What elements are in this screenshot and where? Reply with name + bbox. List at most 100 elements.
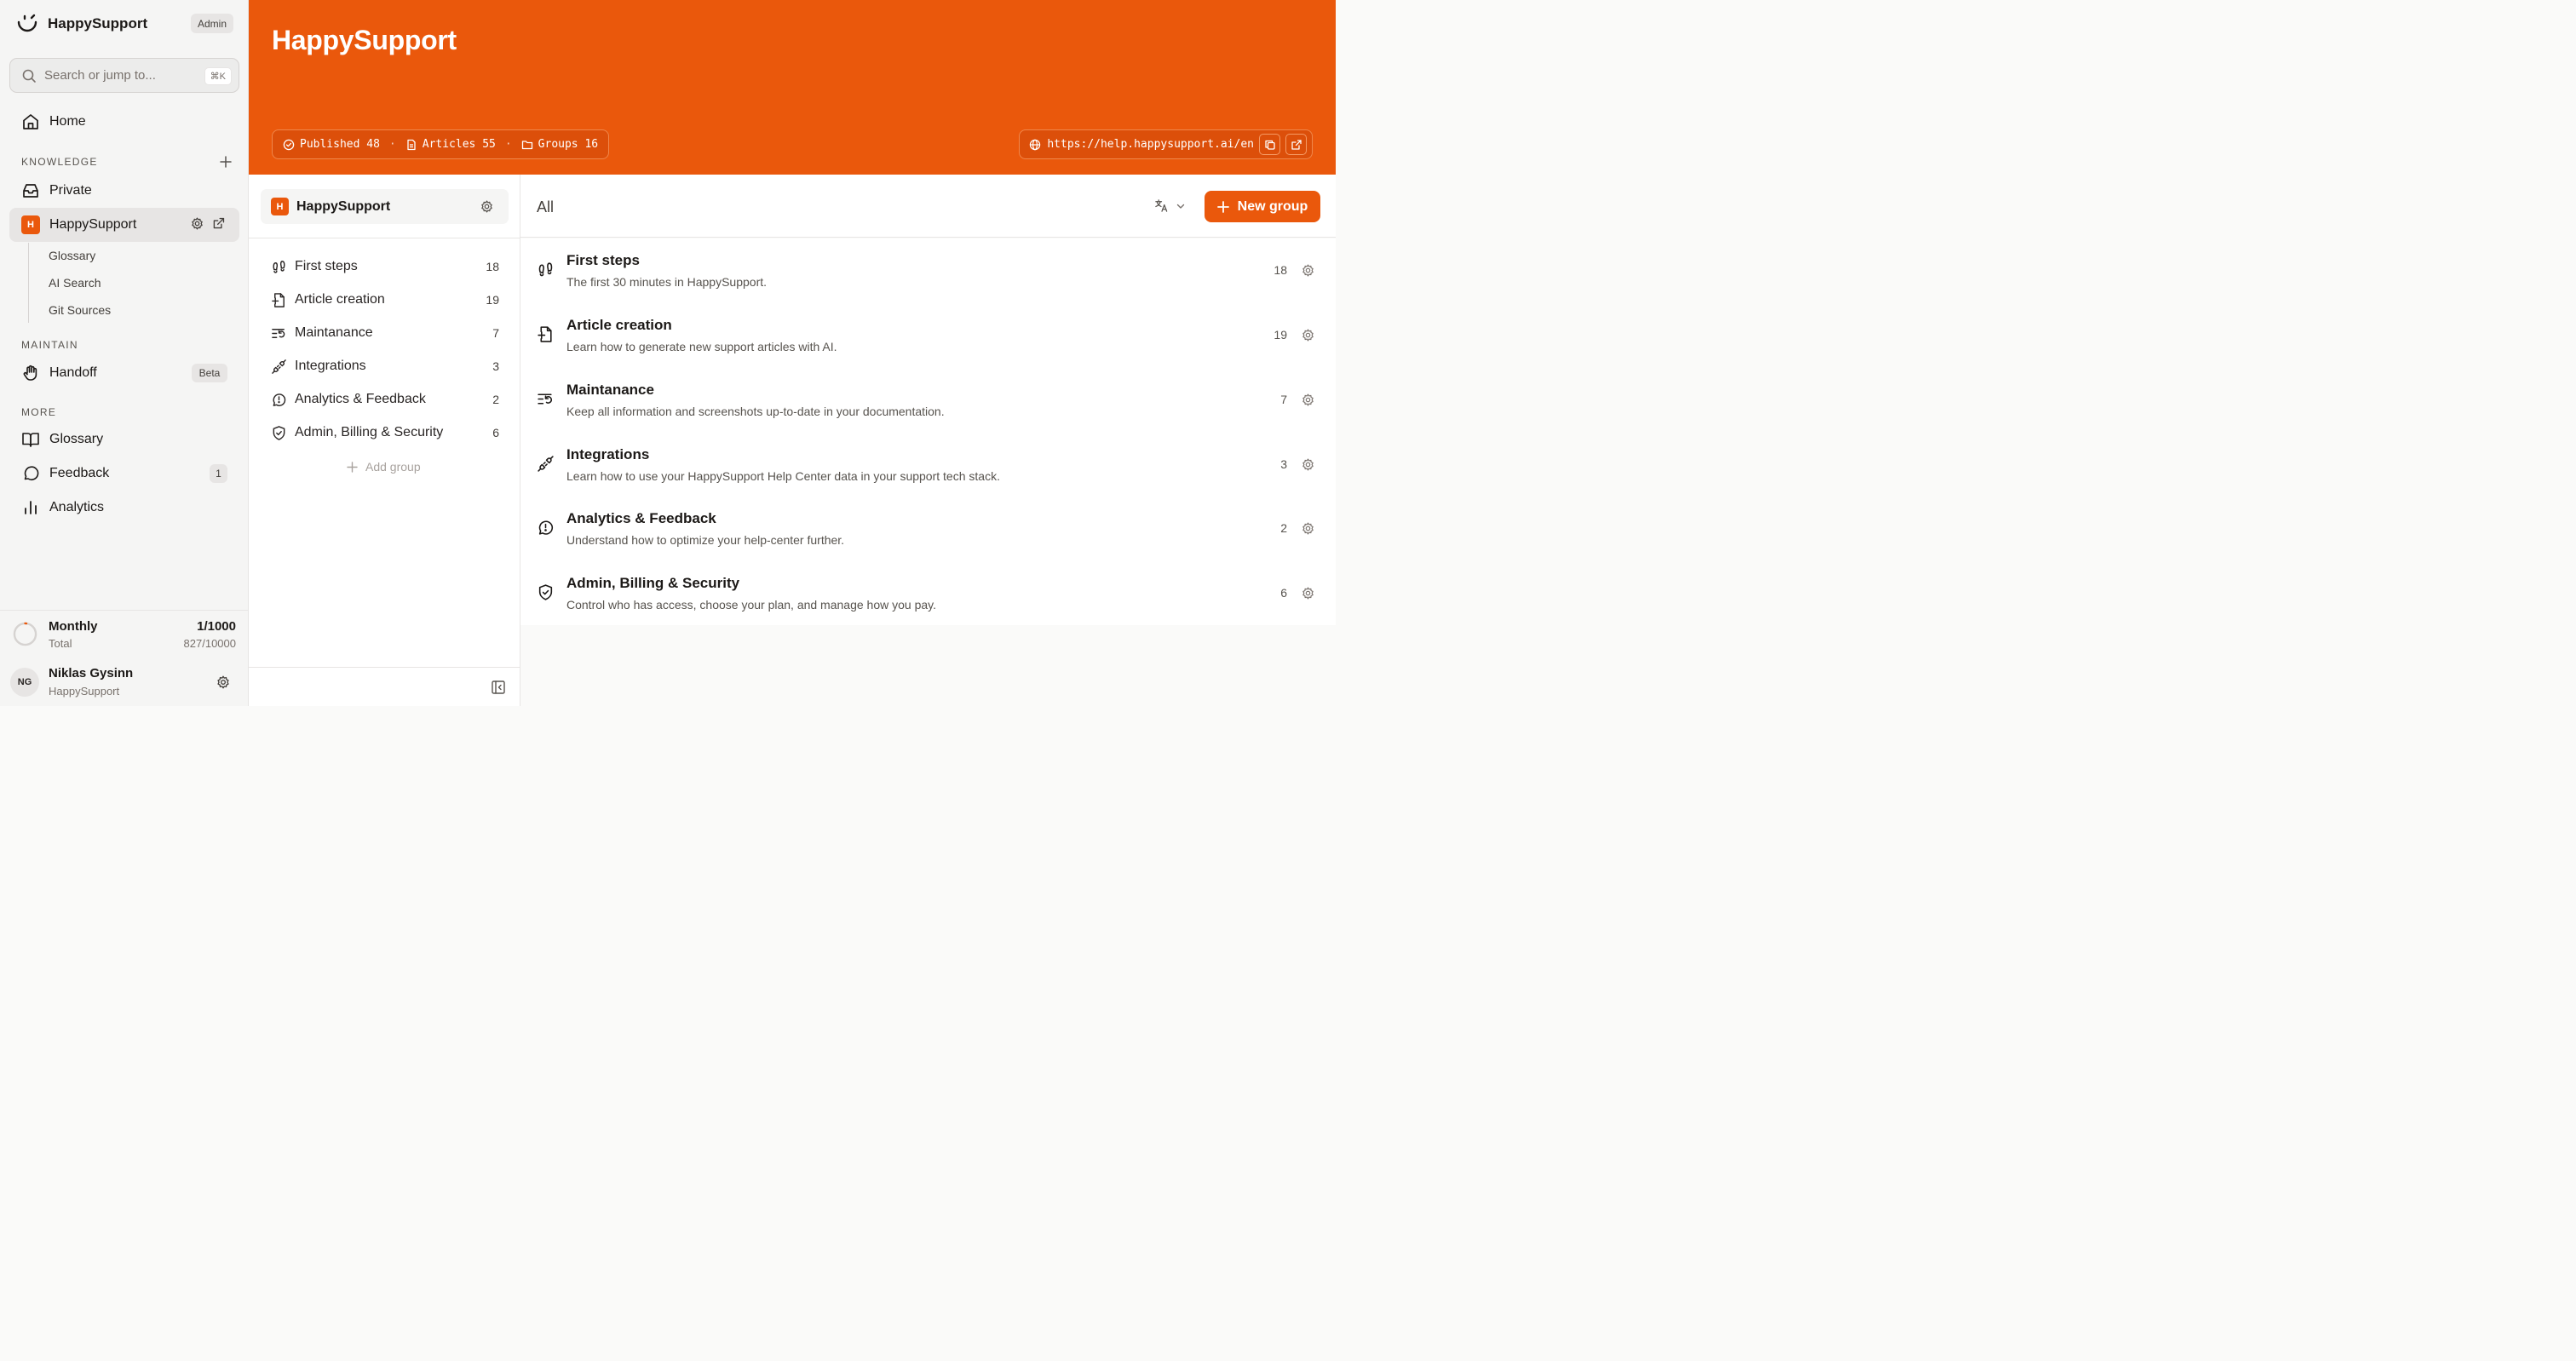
plug-icon <box>272 359 286 374</box>
sidebar-item-happysupport[interactable]: H HappySupport <box>9 208 239 242</box>
sidebar-item-label: Handoff <box>49 365 97 380</box>
sidebar-item-analytics[interactable]: Analytics <box>9 491 239 525</box>
beta-badge: Beta <box>192 364 227 382</box>
shield-check-icon <box>538 584 553 600</box>
group-title: First steps <box>566 252 640 268</box>
add-group-button[interactable]: Add group <box>347 460 421 474</box>
page-title: HappySupport <box>272 25 457 55</box>
chevron-down-icon <box>1176 204 1185 209</box>
language-selector[interactable] <box>1154 198 1186 213</box>
kb-initial-badge: H <box>271 198 289 215</box>
sidebar: HappySupport Admin Search or jump to... … <box>0 0 249 706</box>
sidebar-item-label: Analytics <box>49 500 105 514</box>
gear-icon[interactable] <box>1301 393 1315 407</box>
search-input[interactable]: Search or jump to... ⌘K <box>9 58 239 93</box>
role-badge: Admin <box>191 14 234 33</box>
panel-collapse-icon[interactable] <box>491 680 506 695</box>
group-nav-item[interactable]: Article creation 19 <box>271 287 499 313</box>
external-link-icon <box>1291 139 1302 150</box>
group-nav-item[interactable]: First steps 18 <box>271 254 499 279</box>
group-description: The first 30 minutes in HappySupport. <box>566 275 768 289</box>
group-row[interactable]: Analytics & Feedback Understand how to o… <box>520 497 1336 560</box>
group-nav-label: First steps <box>295 259 358 273</box>
kb-header[interactable]: H HappySupport <box>261 189 509 224</box>
stat-groups[interactable]: Groups 16 <box>521 138 598 151</box>
stat-articles[interactable]: Articles 55 <box>405 138 496 151</box>
stats-bar: Published 48 · Articles 55 · Groups 16 <box>272 129 610 159</box>
group-article-count: 19 <box>1274 328 1287 342</box>
sidebar-subitem-ai-search[interactable]: AI Search <box>49 276 101 290</box>
group-nav-item[interactable]: Maintanance 7 <box>271 320 499 346</box>
group-description: Learn how to generate new support articl… <box>566 340 837 353</box>
main-content: All New group First steps The first 30 m… <box>520 175 1336 706</box>
group-nav-label: Article creation <box>295 292 385 307</box>
new-group-button[interactable]: New group <box>1205 191 1320 222</box>
gear-icon[interactable] <box>1301 586 1315 600</box>
group-title: Maintanance <box>566 382 654 398</box>
settings-gear-icon[interactable] <box>216 675 231 690</box>
sidebar-subitem-git-sources[interactable]: Git Sources <box>49 303 111 317</box>
group-nav-item[interactable]: Analytics & Feedback 2 <box>271 387 499 412</box>
kb-name: HappySupport <box>296 198 391 214</box>
divider <box>249 667 520 668</box>
open-url-button[interactable] <box>1285 134 1307 155</box>
group-description: Learn how to use your HappySupport Help … <box>566 469 1000 483</box>
hero-header: HappySupport Published 48 · Articles 55 … <box>249 0 1336 175</box>
group-row[interactable]: Article creation Learn how to generate n… <box>520 303 1336 367</box>
group-nav-count: 6 <box>492 426 499 439</box>
brand[interactable]: HappySupport <box>15 12 147 36</box>
group-nav-label: Integrations <box>295 359 366 373</box>
group-row[interactable]: Maintanance Keep all information and scr… <box>520 368 1336 432</box>
group-nav-label: Maintanance <box>295 325 373 340</box>
group-title: Analytics & Feedback <box>566 510 716 526</box>
section-heading-knowledge: KNOWLEDGE <box>21 156 98 168</box>
gear-icon[interactable] <box>1301 263 1315 278</box>
gear-icon[interactable] <box>1301 328 1315 342</box>
sidebar-item-private[interactable]: Private <box>9 174 239 208</box>
list-restart-icon <box>272 328 285 338</box>
plug-icon <box>538 456 554 472</box>
gear-icon[interactable] <box>1301 457 1315 472</box>
kb-initial-badge: H <box>21 215 40 234</box>
separator-dot: · <box>504 138 512 151</box>
gear-icon[interactable] <box>1301 521 1315 536</box>
gear-icon[interactable] <box>190 216 204 231</box>
external-link-icon[interactable] <box>211 216 226 231</box>
gear-icon[interactable] <box>480 199 494 214</box>
group-row[interactable]: Integrations Learn how to use your Happy… <box>520 433 1336 497</box>
group-article-count: 6 <box>1280 586 1287 600</box>
folder-icon <box>521 140 532 149</box>
search-placeholder: Search or jump to... <box>44 68 156 83</box>
group-list: First steps The first 30 minutes in Happ… <box>520 238 1336 625</box>
help-center-url[interactable]: https://help.happysupport.ai/en <box>1047 138 1254 151</box>
add-knowledge-icon[interactable] <box>219 155 233 169</box>
sidebar-subitem-glossary[interactable]: Glossary <box>49 249 95 262</box>
translate-icon <box>1155 199 1168 212</box>
stat-label: Articles 55 <box>422 138 496 151</box>
copy-url-button[interactable] <box>1259 134 1280 155</box>
sidebar-item-label: Home <box>49 114 86 129</box>
sidebar-item-feedback[interactable]: Feedback <box>9 457 239 491</box>
section-heading-maintain: MAINTAIN <box>21 339 78 351</box>
footprints-icon <box>273 260 285 273</box>
group-description: Understand how to optimize your help-cen… <box>566 533 845 547</box>
main-toolbar: All New group <box>520 175 1336 238</box>
user-name: Niklas Gysinn <box>49 666 134 680</box>
group-nav-item[interactable]: Admin, Billing & Security 6 <box>271 420 499 445</box>
hand-icon <box>23 365 37 381</box>
help-center-url-bar: https://help.happysupport.ai/en <box>1019 129 1313 159</box>
group-row[interactable]: Admin, Billing & Security Control who ha… <box>520 561 1336 625</box>
group-nav-item[interactable]: Integrations 3 <box>271 353 499 379</box>
group-nav-count: 2 <box>492 393 499 406</box>
list-restart-icon <box>538 393 553 405</box>
plus-icon <box>1216 200 1229 213</box>
feedback-count-badge: 1 <box>210 464 227 483</box>
sidebar-item-glossary[interactable]: Glossary <box>9 422 239 457</box>
avatar[interactable]: NG <box>10 668 39 697</box>
group-nav-count: 18 <box>486 260 499 273</box>
sidebar-item-home[interactable]: Home <box>9 105 239 139</box>
message-circle-icon <box>24 466 39 481</box>
group-row[interactable]: First steps The first 30 minutes in Happ… <box>520 238 1336 302</box>
stat-published[interactable]: Published 48 <box>283 138 380 151</box>
smile-logo-icon <box>17 14 37 32</box>
